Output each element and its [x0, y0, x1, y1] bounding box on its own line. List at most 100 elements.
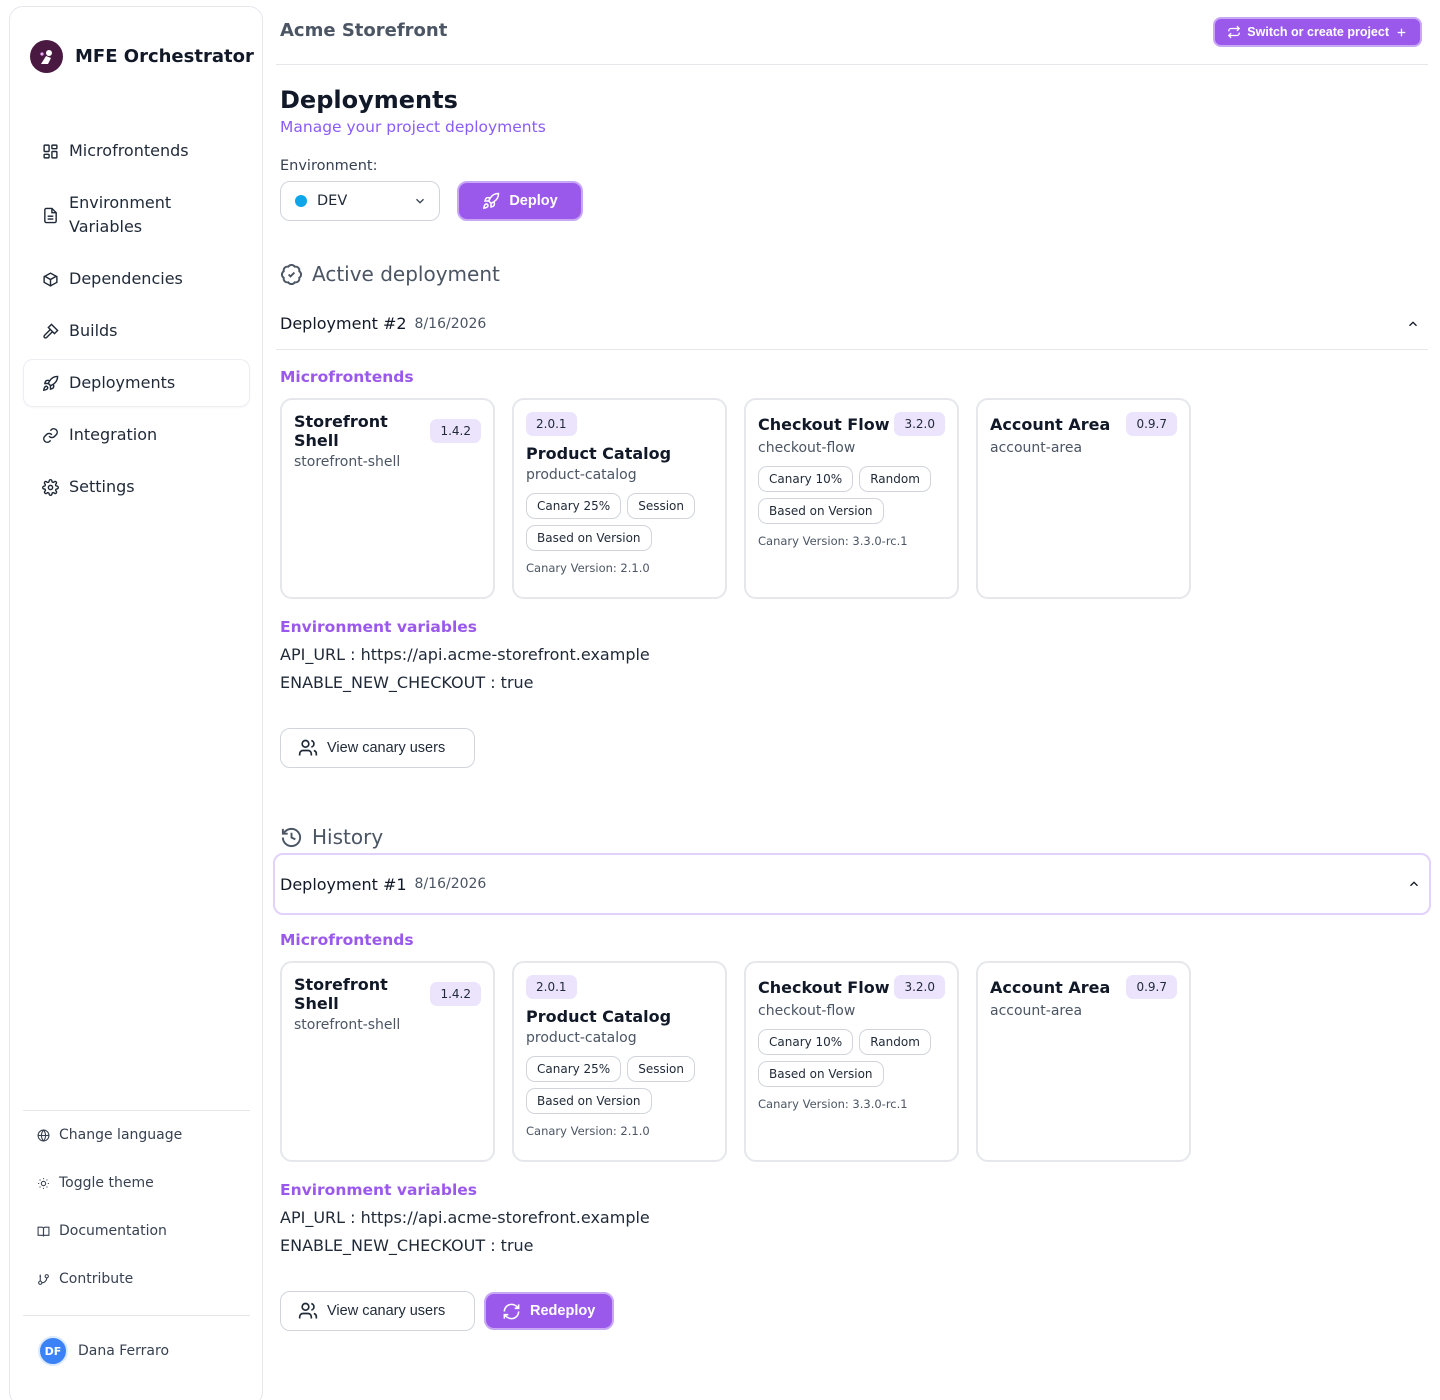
mfe-name: Storefront Shell [294, 975, 388, 1013]
git-branch-icon [38, 1273, 49, 1285]
environment-label: Environment: [280, 158, 378, 174]
microfrontends-label: Microfrontends [280, 931, 414, 949]
environment-select[interactable]: DEV [280, 181, 440, 221]
project-name: Acme Storefront [280, 20, 448, 41]
users-icon [298, 1302, 318, 1319]
canary-strategy-tag: Random [859, 1029, 931, 1055]
canary-mode-tag: Based on Version [526, 1088, 652, 1114]
sidebar: MFE Orchestrator Microfrontends Environm… [9, 6, 263, 1400]
chevron-down-icon [416, 198, 424, 204]
canary-percentage-tag: Canary 25% [526, 493, 622, 519]
environment-value: DEV [317, 193, 348, 209]
active-deployment-title: Active deployment [312, 262, 500, 286]
link-icon [43, 427, 58, 443]
mfe-card: Storefront Shell 1.4.2 storefront-shell [280, 398, 495, 599]
env-var-value: https://api.acme-storefront.example [360, 1208, 650, 1227]
history-deployment-accordion[interactable]: Deployment #1 8/16/2026 [273, 853, 1431, 915]
view-canary-users-button[interactable]: View canary users [280, 728, 475, 768]
user-name: Dana Ferraro [78, 1343, 170, 1359]
mfe-slug: checkout-flow [758, 440, 856, 456]
env-var-row: ENABLE_NEW_CHECKOUT : true [280, 1236, 534, 1255]
environment-variables-list: API_URL : https://api.acme-storefront.ex… [280, 1204, 650, 1260]
sidebar-item-label: Integration [69, 425, 158, 444]
brand-logo-icon [30, 40, 63, 73]
deployment-title: Deployment #2 [280, 314, 407, 333]
mfe-slug: product-catalog [526, 467, 637, 483]
chevron-up-icon [1410, 881, 1418, 887]
mfe-card: Account Area 0.9.7 account-area [976, 398, 1191, 599]
page-title: Deployments [280, 86, 458, 114]
user-profile[interactable]: DF Dana Ferraro [23, 1315, 250, 1366]
sidebar-item-label: Settings [69, 477, 135, 496]
plus-icon [1397, 28, 1406, 36]
version-badge: 3.2.0 [894, 975, 945, 999]
mfe-card: Checkout Flow 3.2.0 checkout-flow Canary… [744, 398, 959, 599]
history-heading: History [280, 825, 383, 849]
top-bar: Acme Storefront Switch or create project [276, 0, 1428, 65]
toggle-theme-label: Toggle theme [59, 1175, 154, 1191]
view-canary-users-button[interactable]: View canary users [280, 1291, 475, 1331]
book-icon [37, 1226, 50, 1236]
mfe-name: Product Catalog [526, 1007, 672, 1026]
deployment-date: 8/16/2026 [414, 876, 487, 892]
active-deployment-accordion[interactable]: Deployment #2 8/16/2026 [276, 298, 1428, 350]
globe-icon [37, 1128, 50, 1142]
mfe-card: 2.0.1 Product Catalog product-catalog Ca… [512, 961, 727, 1162]
environment-variables-label: Environment variables [280, 1181, 477, 1199]
mfe-slug: storefront-shell [294, 454, 401, 470]
sun-icon [38, 1177, 49, 1189]
mfe-card: 2.0.1 Product Catalog product-catalog Ca… [512, 398, 727, 599]
history-title: History [312, 825, 384, 849]
sidebar-item-label: Deployments [69, 373, 176, 392]
sidebar-item-label: Environment Variables [69, 193, 172, 236]
version-badge: 2.0.1 [526, 975, 577, 999]
active-mfe-cards: Storefront Shell 1.4.2 storefront-shell … [280, 398, 1191, 599]
chevron-up-icon [1409, 320, 1417, 326]
history-mfe-cards: Storefront Shell 1.4.2 storefront-shell … [280, 961, 1191, 1162]
sidebar-item-integration[interactable]: Integration [23, 409, 250, 461]
change-language-button[interactable]: Change language [23, 1111, 250, 1159]
mfe-card: Storefront Shell 1.4.2 storefront-shell [280, 961, 495, 1162]
mfe-slug: checkout-flow [758, 1003, 856, 1019]
env-var-row: API_URL : https://api.acme-storefront.ex… [280, 1208, 650, 1227]
view-canary-users-label: View canary users [327, 740, 446, 756]
sidebar-item-deployments[interactable]: Deployments [23, 359, 250, 407]
env-var-value: https://api.acme-storefront.example [360, 645, 650, 664]
documentation-link[interactable]: Documentation [23, 1207, 250, 1255]
grid-icon [43, 143, 58, 159]
view-canary-users-label: View canary users [327, 1303, 446, 1319]
version-badge: 1.4.2 [430, 419, 481, 443]
active-deployment-heading: Active deployment [280, 262, 500, 286]
redeploy-button[interactable]: Redeploy [484, 1292, 614, 1330]
documentation-label: Documentation [59, 1223, 167, 1239]
file-text-icon [44, 207, 57, 223]
brand[interactable]: MFE Orchestrator [30, 40, 254, 73]
env-var-row: API_URL : https://api.acme-storefront.ex… [280, 645, 650, 664]
sidebar-item-dependencies[interactable]: Dependencies [23, 253, 250, 305]
version-badge: 2.0.1 [526, 412, 577, 436]
mfe-slug: product-catalog [526, 1030, 637, 1046]
deploy-button[interactable]: Deploy [457, 181, 583, 221]
repeat-icon [1228, 25, 1241, 39]
microfrontends-label: Microfrontends [280, 368, 414, 386]
version-badge: 0.9.7 [1126, 975, 1177, 999]
version-badge: 1.4.2 [430, 982, 481, 1006]
mfe-name: Storefront Shell [294, 412, 388, 450]
canary-mode-tag: Based on Version [758, 1061, 884, 1087]
canary-percentage-tag: Canary 25% [526, 1056, 622, 1082]
version-badge: 0.9.7 [1126, 412, 1177, 436]
sidebar-item-label: Dependencies [69, 269, 183, 288]
sidebar-item-builds[interactable]: Builds [23, 305, 250, 357]
gear-icon [42, 478, 59, 496]
switch-project-button[interactable]: Switch or create project [1213, 17, 1422, 47]
sidebar-item-environment-variables[interactable]: Environment Variables [23, 177, 223, 253]
contribute-link[interactable]: Contribute [23, 1255, 250, 1303]
sidebar-nav: Microfrontends Environment Variables Dep… [23, 125, 250, 513]
sidebar-item-microfrontends[interactable]: Microfrontends [23, 125, 250, 177]
canary-strategy-tag: Session [627, 493, 696, 519]
canary-strategy-tag: Session [627, 1056, 696, 1082]
switch-project-label: Switch or create project [1247, 25, 1389, 39]
sidebar-item-settings[interactable]: Settings [23, 461, 250, 513]
toggle-theme-button[interactable]: Toggle theme [23, 1159, 250, 1207]
users-icon [298, 739, 318, 756]
